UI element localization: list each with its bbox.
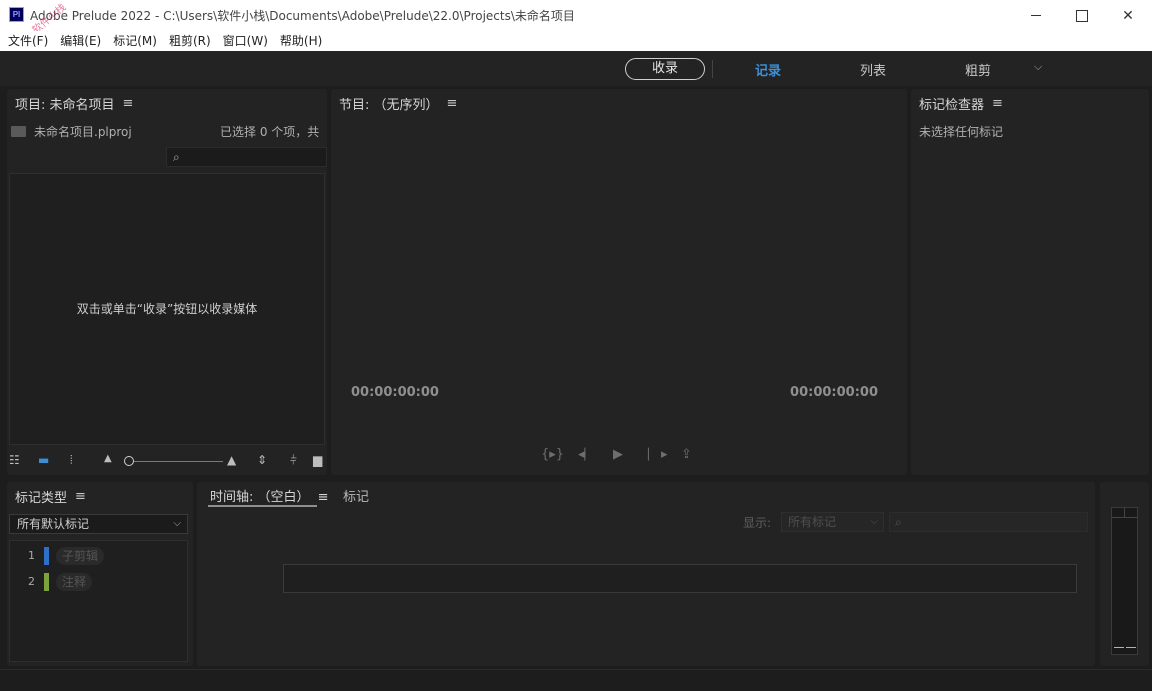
program-monitor-panel: 节目: （无序列） ≡ 00:00:00:00 00:00:00:00 {▸} … [331, 89, 907, 475]
marker-type-select[interactable]: 所有默认标记 ⌵ [9, 514, 188, 534]
menu-marker[interactable]: 标记(M) [107, 31, 163, 51]
icon-view-icon[interactable]: ▬ [38, 453, 49, 467]
workspace-divider [712, 60, 713, 78]
timecode-duration: 00:00:00:00 [790, 385, 878, 400]
panel-menu-icon[interactable]: ≡ [123, 96, 134, 111]
menu-rough-cut[interactable]: 粗剪(R) [163, 31, 217, 51]
chevron-down-icon[interactable]: ⌵ [1034, 60, 1042, 74]
timecode-current[interactable]: 00:00:00:00 [351, 385, 439, 400]
close-button[interactable]: ✕ [1105, 0, 1151, 31]
timeline-track[interactable] [283, 564, 1077, 593]
marker-type-panel: 标记类型 ≡ 所有默认标记 ⌵ 1 子剪辑 2 注释 [7, 482, 193, 666]
show-filter-label: 显示: [743, 516, 772, 530]
search-icon: ⌕ [895, 515, 902, 529]
menu-help[interactable]: 帮助(H) [274, 31, 328, 51]
audio-meter [1111, 507, 1138, 655]
export-frame-icon[interactable]: ⇪ [681, 447, 692, 462]
project-panel-header: 项目: 未命名项目 ≡ [7, 89, 133, 117]
marker-type-select-value: 所有默认标记 [17, 517, 90, 531]
marker-type-label[interactable]: 子剪辑 [56, 547, 105, 565]
audio-meter-panel [1100, 482, 1149, 666]
step-back-icon[interactable]: ◂⎸ [578, 447, 598, 462]
freeform-view-icon[interactable]: ⦙ [70, 453, 73, 468]
timeline-panel: 时间轴: （空白） ≡ 标记 显示: 所有标记 ⌵ ⌕ [197, 482, 1095, 666]
menu-edit[interactable]: 编辑(E) [54, 31, 107, 51]
marker-type-label[interactable]: 注释 [56, 573, 93, 591]
minimize-button[interactable] [1013, 0, 1059, 31]
program-panel-header: 节目: （无序列） ≡ [331, 89, 457, 117]
project-empty-message: 双击或单击“收录”按钮以收录媒体 [76, 302, 258, 316]
project-toolbar: ☷ ▬ ⦙ ▲ ▲ ⇕ ⫩ ▆ [7, 449, 327, 473]
window-title: Adobe Prelude 2022 - C:\Users\软件小栈\Docum… [30, 9, 575, 23]
marker-type-shortcut: 2 [28, 575, 35, 588]
title-bar: Pl Adobe Prelude 2022 - C:\Users\软件小栈\Do… [0, 0, 1152, 31]
inspector-empty-message: 未选择任何标记 [919, 125, 1004, 139]
panel-menu-icon[interactable]: ≡ [447, 96, 458, 111]
menu-window[interactable]: 窗口(W) [217, 31, 274, 51]
mark-in-out-icon[interactable]: {▸} [541, 447, 564, 462]
show-filter-value: 所有标记 [788, 515, 837, 529]
workspace-tab-list[interactable]: 列表 [860, 60, 886, 79]
project-media-list[interactable]: 双击或单击“收录”按钮以收录媒体 [9, 173, 325, 445]
play-icon[interactable]: ▶ [613, 447, 623, 462]
selection-count: 已选择 0 个项，共 [220, 125, 320, 139]
zoom-out-icon[interactable]: ▲ [104, 453, 112, 464]
panel-menu-icon[interactable]: ≡ [318, 490, 329, 505]
program-panel-title: 节目: （无序列） [339, 97, 439, 113]
panel-menu-icon[interactable]: ≡ [992, 96, 1003, 111]
marker-type-item[interactable]: 1 子剪辑 [10, 546, 187, 566]
tab-markers[interactable]: 标记 [343, 486, 369, 505]
project-search-input[interactable]: ⌕ [166, 147, 327, 167]
project-panel-title: 项目: 未命名项目 [15, 97, 115, 113]
tab-timeline[interactable]: 时间轴: （空白） ≡ [210, 486, 329, 505]
marker-type-item[interactable]: 2 注释 [10, 572, 187, 592]
timeline-search-input[interactable]: ⌕ [889, 512, 1088, 532]
ingest-button[interactable]: 收录 [625, 58, 705, 80]
meter-level-right [1126, 647, 1136, 648]
marker-type-shortcut: 1 [28, 549, 35, 562]
meter-level-left [1114, 647, 1124, 648]
active-tab-indicator [208, 505, 317, 507]
step-forward-icon[interactable]: ⎸▸ [648, 447, 668, 462]
new-bin-icon[interactable]: ▆ [313, 453, 322, 467]
automate-icon[interactable]: ⫩ [290, 453, 297, 468]
panel-menu-icon[interactable]: ≡ [75, 489, 86, 504]
workspace-bar: 收录 记录 列表 粗剪 ⌵ [0, 51, 1152, 86]
meter-peak-indicator[interactable] [1112, 508, 1137, 518]
marker-inspector-panel: 标记检查器 ≡ 未选择任何标记 [911, 89, 1149, 475]
project-panel: 项目: 未命名项目 ≡ 未命名项目.plproj 已选择 0 个项，共 ⌕ 双击… [7, 89, 327, 475]
sort-icon[interactable]: ⇕ [257, 453, 267, 467]
chevron-down-icon: ⌵ [870, 516, 878, 527]
menu-file[interactable]: 文件(F) [2, 31, 54, 51]
project-file-name: 未命名项目.plproj [34, 125, 132, 139]
prelude-app-icon: Pl [9, 7, 24, 22]
marker-color-swatch [44, 573, 49, 591]
folder-icon [11, 126, 26, 137]
timeline-tab-label: 时间轴: （空白） [210, 490, 310, 505]
show-filter-select[interactable]: 所有标记 ⌵ [781, 512, 884, 532]
status-bar [0, 669, 1152, 691]
zoom-slider-handle[interactable] [124, 456, 134, 466]
marker-color-swatch [44, 547, 49, 565]
list-view-icon[interactable]: ☷ [9, 453, 20, 467]
maximize-button[interactable] [1059, 0, 1105, 31]
chevron-down-icon: ⌵ [173, 518, 181, 529]
menu-bar: 文件(F) 编辑(E) 标记(M) 粗剪(R) 窗口(W) 帮助(H) [0, 31, 1152, 51]
inspector-panel-title: 标记检查器 [919, 97, 985, 113]
zoom-in-icon[interactable]: ▲ [227, 453, 236, 467]
marker-type-panel-header: 标记类型 ≡ [7, 482, 86, 510]
workspace-tab-log[interactable]: 记录 [755, 60, 781, 79]
inspector-panel-header: 标记检查器 ≡ [911, 89, 1003, 117]
search-icon: ⌕ [173, 150, 180, 164]
project-file: 未命名项目.plproj [11, 123, 132, 140]
marker-type-panel-title: 标记类型 [15, 490, 68, 506]
workspace-tab-rough-cut[interactable]: 粗剪 [965, 60, 991, 79]
marker-type-list: 1 子剪辑 2 注释 [9, 540, 188, 662]
zoom-slider-track[interactable] [131, 461, 223, 462]
